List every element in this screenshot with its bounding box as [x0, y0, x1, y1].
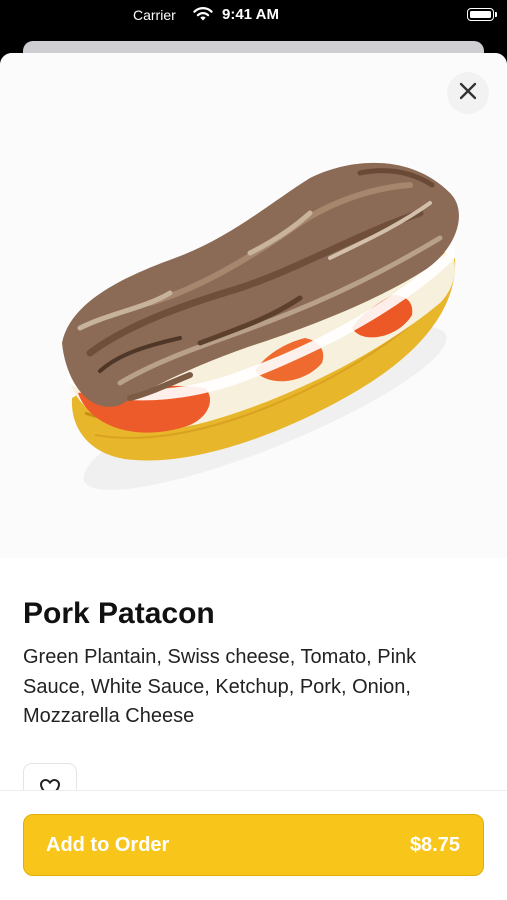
add-to-order-label: Add to Order [46, 834, 170, 856]
close-icon [458, 81, 478, 106]
bottom-action-bar: Add to Order $8.75 [0, 790, 507, 900]
clock: 9:41 AM [222, 6, 279, 23]
price-label: $8.75 [409, 834, 460, 856]
product-sheet: Pork Patacon Green Plantain, Swiss chees… [0, 53, 507, 900]
carrier-label: Carrier [133, 7, 176, 23]
product-description: Green Plantain, Swiss cheese, Tomato, Pi… [23, 646, 417, 727]
add-to-order-button[interactable]: Add to Order $8.75 [23, 814, 484, 876]
status-bar: Carrier 9:41 AM [0, 0, 507, 34]
battery-icon [467, 8, 497, 21]
close-button[interactable] [447, 72, 489, 114]
product-title: Pork Patacon [23, 597, 215, 630]
product-image [0, 53, 507, 558]
wifi-icon [192, 6, 214, 26]
